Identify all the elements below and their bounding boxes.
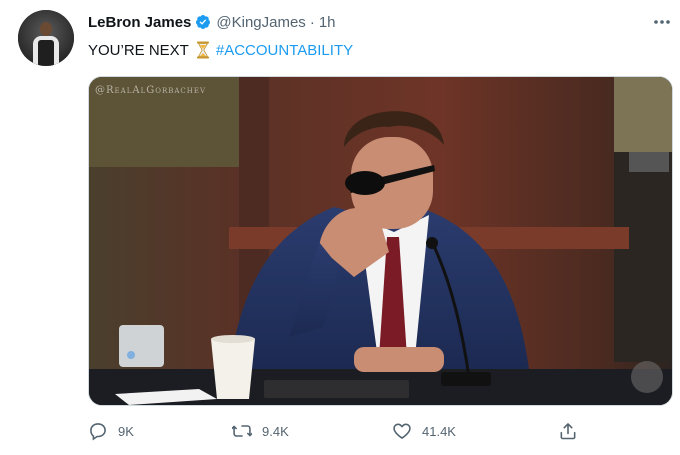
retweet-count: 9.4K xyxy=(262,423,289,439)
tweet-text-prefix: YOU’RE NEXT xyxy=(88,41,189,59)
tweet-photo[interactable]: @RealAlGorbachev xyxy=(88,76,673,406)
tweet-header: LeBron James @KingJames · 1h xyxy=(88,12,336,32)
photo-watermark: @RealAlGorbachev xyxy=(95,85,207,96)
author-handle[interactable]: @KingJames xyxy=(216,14,305,31)
retweet-button[interactable]: 9.4K xyxy=(232,418,289,444)
more-options-button[interactable] xyxy=(651,12,673,32)
retweet-icon xyxy=(232,425,252,437)
author-name[interactable]: LeBron James xyxy=(88,14,191,31)
timestamp[interactable]: 1h xyxy=(319,14,336,31)
hashtag-link[interactable]: #ACCOUNTABILITY xyxy=(216,42,353,59)
reply-button[interactable]: 9K xyxy=(88,418,134,444)
verified-badge-icon xyxy=(196,15,211,29)
like-count: 41.4K xyxy=(422,423,456,439)
tweet-actions: 9K 9.4K 41.4K xyxy=(0,418,680,444)
like-button[interactable]: 41.4K xyxy=(392,418,456,444)
share-icon xyxy=(560,423,576,440)
reply-count: 9K xyxy=(118,423,134,439)
separator-dot: · xyxy=(309,13,315,31)
hourglass-emoji-icon xyxy=(196,41,209,59)
photo-content xyxy=(89,77,672,405)
share-button[interactable] xyxy=(558,418,578,444)
avatar[interactable] xyxy=(18,10,74,66)
heart-icon xyxy=(393,423,411,439)
more-options-icon xyxy=(654,20,670,24)
reply-icon xyxy=(90,423,106,441)
tweet-card[interactable]: LeBron James @KingJames · 1h YOU’RE NEXT… xyxy=(0,0,680,455)
tweet-text: YOU’RE NEXT #ACCOUNTABILITY xyxy=(88,40,353,60)
